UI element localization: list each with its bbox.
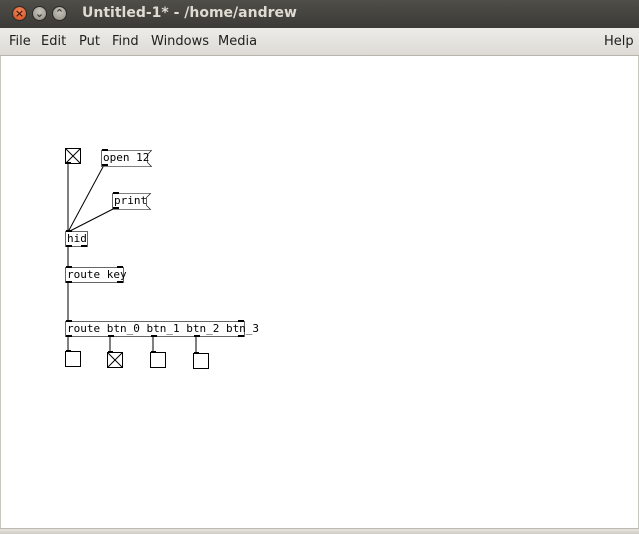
message-open-12-label: open 12 — [103, 151, 150, 164]
object-route-key-label: route key — [67, 268, 127, 281]
patch-graph — [65, 148, 245, 369]
toggle-btn-3[interactable] — [193, 352, 209, 369]
toggle-top[interactable] — [65, 148, 81, 165]
wire-print-to-hid — [67, 207, 116, 233]
message-print-label: print — [114, 194, 148, 207]
toggle-btn-2[interactable] — [150, 351, 166, 368]
toggle-btn-1[interactable] — [107, 351, 123, 368]
object-hid-label: hid — [67, 232, 87, 245]
object-route-btns-label: route btn_0 btn_1 btn_2 btn_3 — [67, 322, 260, 335]
wire-open-to-hid — [67, 164, 105, 233]
toggle-btn-0[interactable] — [65, 350, 81, 367]
